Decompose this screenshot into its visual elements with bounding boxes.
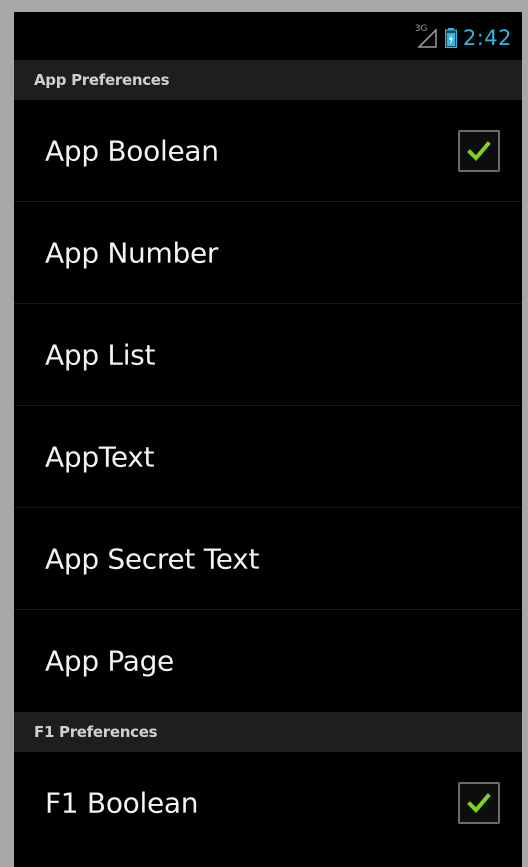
pref-label: F1 Boolean bbox=[45, 786, 199, 820]
pref-label: App Boolean bbox=[45, 134, 219, 167]
pref-app-secret-text[interactable]: App Secret Text bbox=[14, 508, 522, 610]
checkmark-icon bbox=[467, 793, 491, 813]
clock: 2:42 bbox=[462, 26, 512, 50]
pref-app-page[interactable]: App Page bbox=[14, 610, 522, 712]
f1-boolean-checkbox[interactable] bbox=[458, 782, 500, 824]
app-boolean-checkbox[interactable] bbox=[458, 129, 500, 172]
checkmark-icon bbox=[467, 140, 491, 161]
pref-f1-boolean[interactable]: F1 Boolean bbox=[14, 752, 522, 854]
pref-label: AppText bbox=[45, 440, 155, 473]
status-bar: 3G 2:42 bbox=[14, 12, 522, 60]
pref-app-boolean[interactable]: App Boolean bbox=[14, 100, 522, 202]
pref-app-list[interactable]: App List bbox=[14, 304, 522, 406]
signal-icon: 3G bbox=[415, 24, 439, 48]
pref-label: App List bbox=[45, 338, 156, 371]
pref-app-text[interactable]: AppText bbox=[14, 406, 522, 508]
battery-icon bbox=[444, 28, 457, 48]
pref-app-number[interactable]: App Number bbox=[14, 202, 522, 304]
section-header-app-preferences: App Preferences bbox=[14, 60, 522, 100]
pref-label: App Number bbox=[45, 236, 219, 269]
pref-label: App Secret Text bbox=[45, 542, 260, 575]
status-icons: 3G 2:42 bbox=[415, 24, 512, 50]
phone-screen: 3G 2:42 App Preferences App Boolean App … bbox=[14, 12, 522, 867]
section-header-f1-preferences: F1 Preferences bbox=[14, 712, 522, 752]
device-frame: 3G 2:42 App Preferences App Boolean App … bbox=[0, 0, 528, 867]
pref-label: App Page bbox=[45, 644, 174, 678]
